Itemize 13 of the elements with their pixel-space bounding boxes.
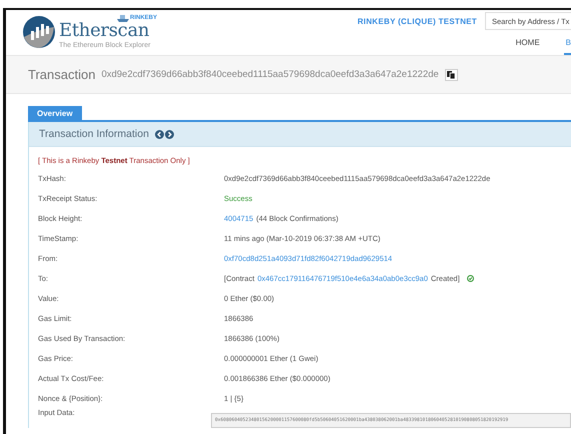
logo-icon xyxy=(22,15,56,49)
network-label: RINKEBY (CLIQUE) TESTNET xyxy=(357,16,477,26)
copy-button[interactable] xyxy=(444,68,458,80)
page-title: Transaction xyxy=(28,67,96,82)
panel-title: Transaction Information xyxy=(39,128,149,140)
logo-text: Etherscan xyxy=(59,20,150,40)
nav-link[interactable]: HOME xyxy=(514,32,542,55)
transaction-hash: 0xd9e2cdf7369d66abb3f840ceebed1115aa579698dca0eefd3a3a647a2e1222de xyxy=(101,69,439,80)
check-icon xyxy=(466,274,474,282)
next-icon[interactable] xyxy=(164,130,174,138)
overview-tab[interactable]: Overview xyxy=(28,106,82,120)
ship-icon xyxy=(117,14,129,22)
previous-icon[interactable] xyxy=(154,130,164,138)
